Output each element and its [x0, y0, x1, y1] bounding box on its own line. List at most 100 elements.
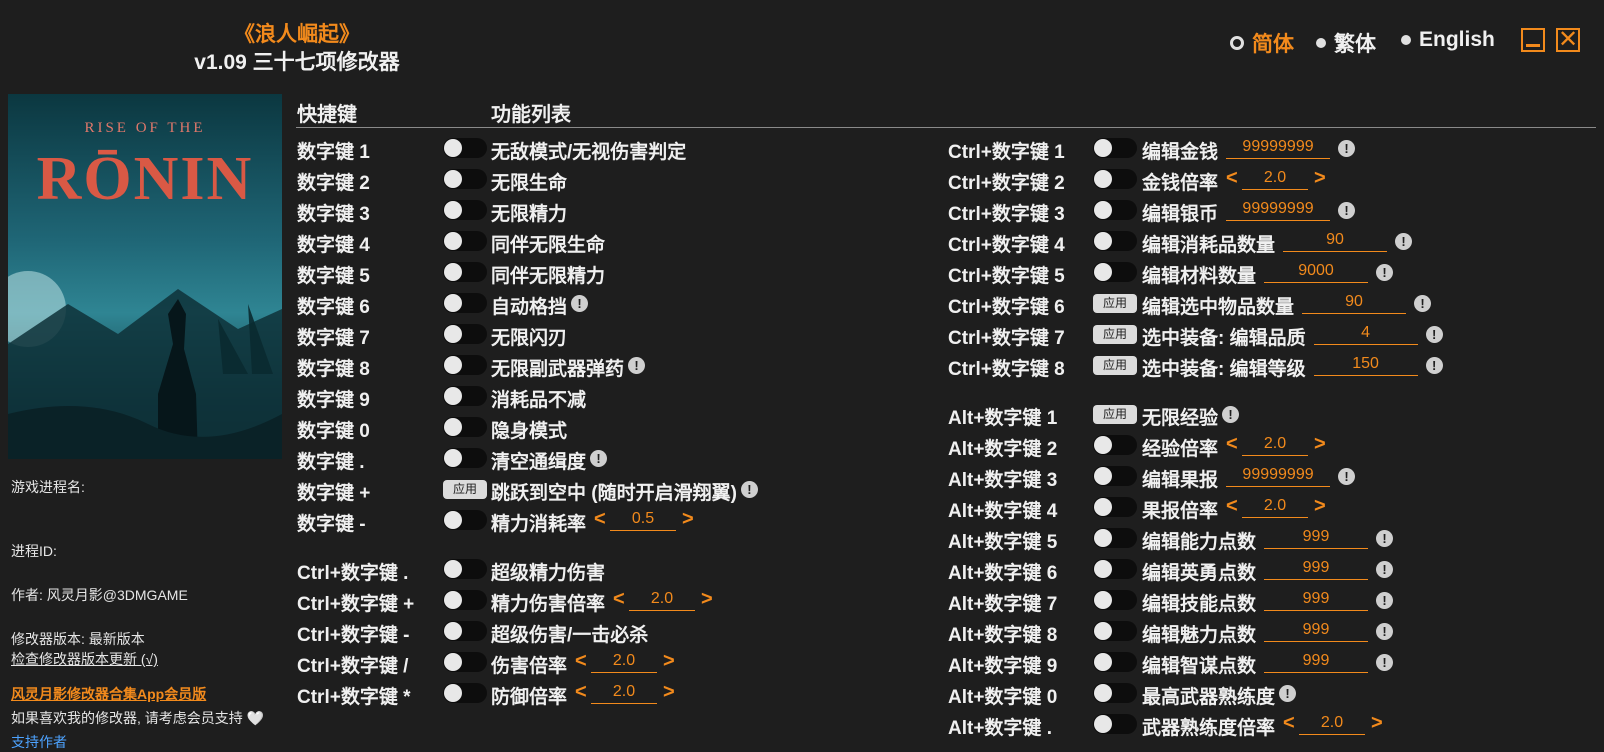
toggle-switch[interactable]	[443, 324, 487, 344]
info-icon[interactable]: !	[1338, 140, 1356, 157]
increase-arrow[interactable]: >	[1314, 167, 1326, 190]
info-icon[interactable]: !	[1395, 233, 1413, 250]
toggle-switch[interactable]	[1093, 590, 1137, 610]
value-input[interactable]: 150	[1313, 354, 1418, 376]
multiplier-value[interactable]: 2.0	[1242, 496, 1309, 518]
decrease-arrow[interactable]: <	[575, 650, 587, 673]
toggle-switch[interactable]	[1093, 528, 1137, 548]
info-icon[interactable]: !	[1425, 357, 1443, 374]
apply-button[interactable]: 应用	[1093, 356, 1137, 375]
info-icon[interactable]: !	[1338, 202, 1356, 219]
apply-button[interactable]: 应用	[1093, 325, 1137, 344]
info-icon[interactable]: !	[1376, 623, 1394, 640]
value-input[interactable]: 999	[1264, 558, 1369, 580]
decrease-arrow[interactable]: <	[594, 508, 606, 531]
decrease-arrow[interactable]: <	[575, 681, 587, 704]
multiplier-value[interactable]: 2.0	[591, 682, 658, 704]
info-icon[interactable]: !	[1414, 295, 1432, 312]
toggle-switch[interactable]	[443, 293, 487, 313]
toggle-switch[interactable]	[443, 559, 487, 579]
toggle-switch[interactable]	[443, 262, 487, 282]
lang-traditional[interactable]: 繁体	[1316, 28, 1376, 58]
info-icon[interactable]: !	[1376, 264, 1394, 281]
value-input[interactable]: 99999999	[1226, 199, 1331, 221]
toggle-switch[interactable]	[1093, 262, 1137, 282]
info-icon[interactable]: !	[1222, 406, 1240, 423]
increase-arrow[interactable]: >	[701, 588, 713, 611]
toggle-switch[interactable]	[443, 231, 487, 251]
increase-arrow[interactable]: >	[1371, 712, 1383, 735]
apply-button[interactable]: 应用	[443, 480, 487, 499]
toggle-switch[interactable]	[443, 448, 487, 468]
toggle-switch[interactable]	[443, 652, 487, 672]
toggle-switch[interactable]	[1093, 621, 1137, 641]
multiplier-value[interactable]: 0.5	[610, 509, 677, 531]
info-icon[interactable]: !	[628, 357, 646, 374]
info-icon[interactable]: !	[590, 450, 608, 467]
value-input[interactable]: 999	[1264, 620, 1369, 642]
toggle-switch[interactable]	[1093, 231, 1137, 251]
toggle-switch[interactable]	[443, 355, 487, 375]
info-icon[interactable]: !	[1338, 468, 1356, 485]
toggle-switch[interactable]	[443, 169, 487, 189]
info-icon[interactable]: !	[1279, 685, 1297, 702]
multiplier-value[interactable]: 2.0	[629, 589, 696, 611]
increase-arrow[interactable]: >	[682, 508, 694, 531]
lang-simplified[interactable]: 简体	[1230, 28, 1294, 58]
decrease-arrow[interactable]: <	[1226, 433, 1238, 456]
lang-english[interactable]: English	[1401, 28, 1495, 52]
value-input[interactable]: 999	[1264, 651, 1369, 673]
multiplier-value[interactable]: 2.0	[591, 651, 658, 673]
info-icon[interactable]: !	[1376, 654, 1394, 671]
value-input[interactable]: 999	[1264, 527, 1369, 549]
decrease-arrow[interactable]: <	[1283, 712, 1295, 735]
toggle-switch[interactable]	[1093, 435, 1137, 455]
increase-arrow[interactable]: >	[663, 681, 675, 704]
toggle-switch[interactable]	[1093, 466, 1137, 486]
apply-button[interactable]: 应用	[1093, 405, 1137, 424]
toggle-switch[interactable]	[443, 683, 487, 703]
toggle-switch[interactable]	[1093, 683, 1137, 703]
decrease-arrow[interactable]: <	[1226, 167, 1238, 190]
info-icon[interactable]: !	[1376, 530, 1394, 547]
decrease-arrow[interactable]: <	[613, 588, 625, 611]
toggle-switch[interactable]	[443, 200, 487, 220]
increase-arrow[interactable]: >	[1314, 495, 1326, 518]
increase-arrow[interactable]: >	[663, 650, 675, 673]
check-update-link[interactable]: 检查修改器版本更新 (√)	[11, 649, 158, 669]
toggle-switch[interactable]	[443, 621, 487, 641]
value-input[interactable]: 9000	[1264, 261, 1369, 283]
app-vip-link[interactable]: 风灵月影修改器合集App会员版	[11, 684, 206, 704]
toggle-switch[interactable]	[1093, 714, 1137, 734]
increase-arrow[interactable]: >	[1314, 433, 1326, 456]
value-input[interactable]: 99999999	[1226, 465, 1331, 487]
value-input[interactable]: 99999999	[1226, 137, 1331, 159]
apply-button[interactable]: 应用	[1093, 294, 1137, 313]
decrease-arrow[interactable]: <	[1226, 495, 1238, 518]
multiplier-value[interactable]: 2.0	[1242, 434, 1309, 456]
toggle-switch[interactable]	[1093, 200, 1137, 220]
value-input[interactable]: 90	[1283, 230, 1388, 252]
toggle-switch[interactable]	[443, 417, 487, 437]
info-icon[interactable]: !	[1376, 592, 1394, 609]
toggle-switch[interactable]	[1093, 138, 1137, 158]
toggle-switch[interactable]	[443, 510, 487, 530]
minimize-button[interactable]	[1521, 28, 1545, 52]
info-icon[interactable]: !	[571, 295, 589, 312]
toggle-switch[interactable]	[443, 138, 487, 158]
close-button[interactable]: ✕	[1556, 28, 1580, 52]
multiplier-value[interactable]: 2.0	[1242, 168, 1309, 190]
info-icon[interactable]: !	[1376, 561, 1394, 578]
value-input[interactable]: 999	[1264, 589, 1369, 611]
value-input[interactable]: 4	[1313, 323, 1418, 345]
toggle-switch[interactable]	[443, 590, 487, 610]
support-author-link[interactable]: 支持作者	[11, 732, 67, 752]
toggle-switch[interactable]	[1093, 169, 1137, 189]
toggle-switch[interactable]	[1093, 652, 1137, 672]
info-icon[interactable]: !	[740, 481, 758, 498]
info-icon[interactable]: !	[1425, 326, 1443, 343]
toggle-switch[interactable]	[443, 386, 487, 406]
multiplier-value[interactable]: 2.0	[1299, 713, 1366, 735]
value-input[interactable]: 90	[1302, 292, 1407, 314]
toggle-switch[interactable]	[1093, 559, 1137, 579]
